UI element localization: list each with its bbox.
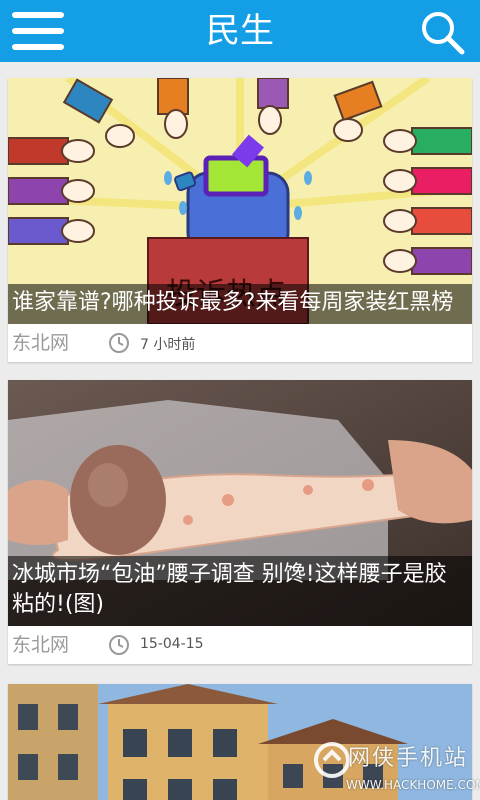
watermark-text: 网侠手机站 <box>348 746 469 771</box>
news-headline[interactable]: 冰城市场“包油”腰子调查 别馋!这样腰子是胶粘的!(图) <box>8 556 472 626</box>
news-source: 东北网 <box>12 332 70 354</box>
news-source: 东北网 <box>12 634 70 656</box>
watermark-url: WWW.HACKHOME.COM <box>346 778 480 792</box>
news-meta: 东北网 7 小时前 <box>8 324 472 362</box>
news-time: 15-04-15 <box>140 636 204 652</box>
news-card[interactable]: 冰城市场“包油”腰子调查 别馋!这样腰子是胶粘的!(图) 东北网 15-04-1… <box>8 380 472 664</box>
news-meta: 东北网 15-04-15 <box>8 626 472 664</box>
news-card[interactable]: 投诉热点 谁家靠谱?哪种投诉最多?来看每周家装红黑榜 东北网 7 小时前 <box>8 78 472 362</box>
news-time: 7 小时前 <box>140 337 196 353</box>
news-thumbnail[interactable]: 冰城市场“包油”腰子调查 别馋!这样腰子是胶粘的!(图) <box>8 380 472 626</box>
news-thumbnail[interactable]: 投诉热点 谁家靠谱?哪种投诉最多?来看每周家装红黑榜 <box>8 78 472 324</box>
page-title: 民生 <box>206 11 274 51</box>
clock-icon <box>108 332 130 354</box>
top-app-bar: 民生 <box>0 0 480 62</box>
news-headline[interactable]: 谁家靠谱?哪种投诉最多?来看每周家装红黑榜 <box>8 284 472 324</box>
clock-icon <box>108 634 130 656</box>
news-feed[interactable]: 投诉热点 谁家靠谱?哪种投诉最多?来看每周家装红黑榜 东北网 7 小时前 <box>0 62 480 800</box>
search-icon[interactable] <box>418 8 470 56</box>
